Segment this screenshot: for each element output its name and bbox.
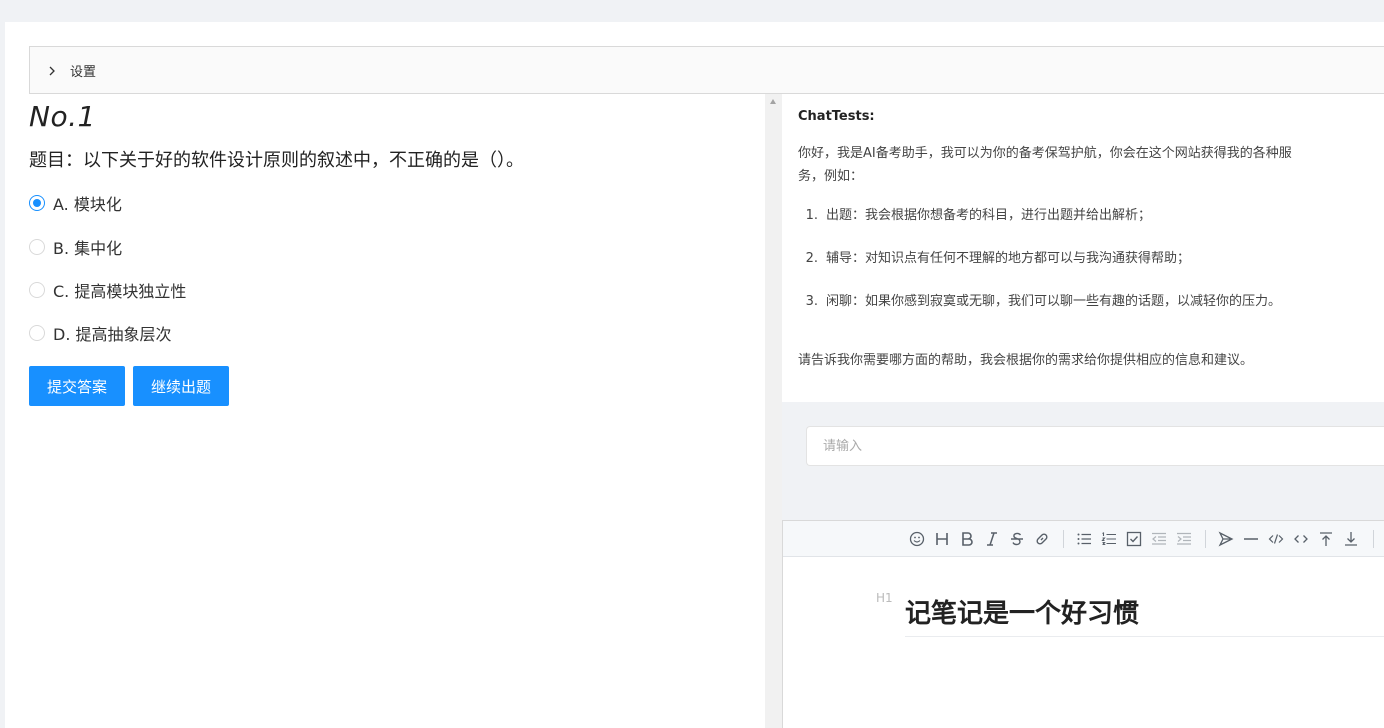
settings-label: 设置 bbox=[70, 64, 97, 80]
option-b-label: B. 集中化 bbox=[53, 239, 123, 258]
list-item-text: 闲聊：如果你感到寂寞或无聊，我们可以聊一些有趣的话题，以减轻你的压力。 bbox=[826, 294, 1282, 309]
quote-icon[interactable] bbox=[1216, 529, 1236, 549]
radio-d[interactable] bbox=[29, 325, 45, 341]
option-b[interactable]: B. 集中化 bbox=[29, 236, 122, 258]
chat-outro: 请告诉我你需要哪方面的帮助，我会根据你的需求给你提供相应的信息和建议。 bbox=[798, 353, 1254, 368]
radio-b[interactable] bbox=[29, 239, 45, 255]
submit-answer-button[interactable]: 提交答案 bbox=[29, 366, 125, 406]
list-item: 2. 辅导：对知识点有任何不理解的地方都可以与我沟通获得帮助； bbox=[798, 247, 1298, 270]
bold-icon[interactable] bbox=[957, 529, 977, 549]
chat-input[interactable] bbox=[806, 426, 1384, 466]
chat-list: 1. 出题：我会根据你想备考的科目，进行出题并给出解析； 2. 辅导：对知识点有… bbox=[798, 204, 1298, 333]
scroll-up-arrow-icon[interactable] bbox=[770, 99, 776, 104]
italic-icon[interactable] bbox=[982, 529, 1002, 549]
code-icon[interactable] bbox=[1266, 529, 1286, 549]
list-item-text: 辅导：对知识点有任何不理解的地方都可以与我沟通获得帮助； bbox=[826, 251, 1191, 266]
bullet-list-icon[interactable] bbox=[1074, 529, 1094, 549]
question-text: 题目：以下关于好的软件设计原则的叙述中，不正确的是（）。 bbox=[29, 150, 524, 171]
question-pane bbox=[5, 94, 765, 728]
insert-before-icon[interactable] bbox=[1316, 529, 1336, 549]
list-item-number: 1. bbox=[805, 208, 818, 223]
hr-icon[interactable] bbox=[1241, 529, 1261, 549]
outdent-icon[interactable] bbox=[1149, 529, 1169, 549]
editor-toolbar bbox=[783, 521, 1384, 557]
next-question-button[interactable]: 继续出题 bbox=[133, 366, 229, 406]
settings-collapse[interactable]: 设置 bbox=[29, 46, 1384, 94]
heading-marker: H1 bbox=[876, 591, 893, 605]
list-item-number: 3. bbox=[805, 294, 818, 309]
indent-icon[interactable] bbox=[1174, 529, 1194, 549]
toolbar-divider bbox=[1063, 530, 1064, 548]
list-item: 3. 闲聊：如果你感到寂寞或无聊，我们可以聊一些有趣的话题，以减轻你的压力。 bbox=[798, 290, 1298, 313]
ordered-list-icon[interactable] bbox=[1099, 529, 1119, 549]
question-number: No.1 bbox=[29, 100, 96, 133]
list-item: 1. 出题：我会根据你想备考的科目，进行出题并给出解析； bbox=[798, 204, 1298, 227]
chat-message: ChatTests: 你好，我是AI备考助手，我可以为你的备考保驾护航，你会在这… bbox=[782, 94, 1384, 402]
toolbar-divider bbox=[1373, 530, 1374, 548]
checklist-icon[interactable] bbox=[1124, 529, 1144, 549]
chevron-right-icon bbox=[48, 66, 58, 76]
list-item-text: 出题：我会根据你想备考的科目，进行出题并给出解析； bbox=[826, 208, 1152, 223]
radio-a[interactable] bbox=[29, 195, 45, 211]
option-d[interactable]: D. 提高抽象层次 bbox=[29, 322, 172, 344]
list-item-number: 2. bbox=[805, 251, 818, 266]
strike-icon[interactable] bbox=[1007, 529, 1027, 549]
emoji-icon[interactable] bbox=[907, 529, 927, 549]
option-a-label: A. 模块化 bbox=[53, 195, 122, 214]
option-c[interactable]: C. 提高模块独立性 bbox=[29, 279, 186, 301]
heading-icon[interactable] bbox=[932, 529, 952, 549]
link-icon[interactable] bbox=[1032, 529, 1052, 549]
option-d-label: D. 提高抽象层次 bbox=[53, 325, 172, 344]
toolbar-divider bbox=[1205, 530, 1206, 548]
option-a[interactable]: A. 模块化 bbox=[29, 192, 122, 214]
editor-heading[interactable]: 记笔记是一个好习惯 bbox=[905, 593, 1384, 637]
radio-c[interactable] bbox=[29, 282, 45, 298]
scrollbar[interactable] bbox=[765, 94, 782, 728]
insert-after-icon[interactable] bbox=[1341, 529, 1361, 549]
chat-title: ChatTests: bbox=[798, 109, 875, 124]
option-c-label: C. 提高模块独立性 bbox=[53, 282, 187, 301]
markdown-editor: H1 记笔记是一个好习惯 bbox=[782, 520, 1384, 728]
chat-intro: 你好，我是AI备考助手，我可以为你的备考保驾护航，你会在这个网站获得我的各种服务… bbox=[798, 146, 1292, 184]
inline-code-icon[interactable] bbox=[1291, 529, 1311, 549]
